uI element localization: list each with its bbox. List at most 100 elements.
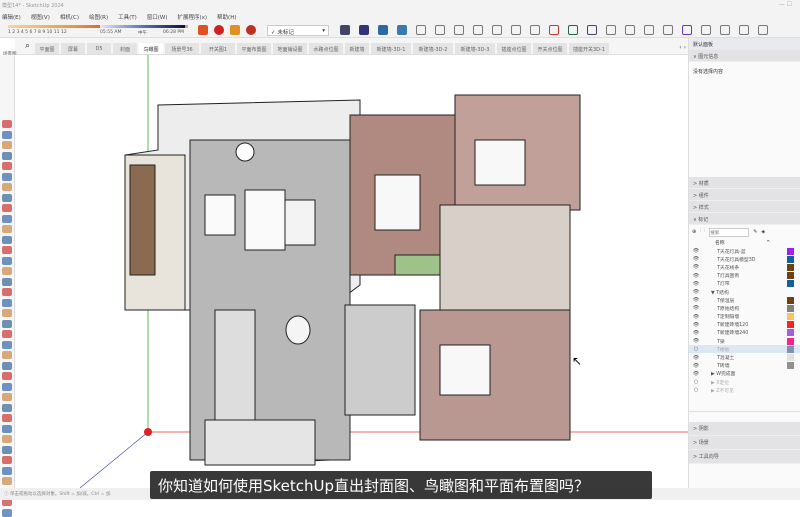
- scene-tab[interactable]: 平面布置图: [237, 43, 271, 54]
- tool-icon[interactable]: [2, 466, 12, 475]
- menu-item[interactable]: 编辑(E): [2, 13, 21, 22]
- tag-row[interactable]: 👁 T天花灯具模型3D: [689, 255, 800, 263]
- tag-row[interactable]: 👁 T砖墙: [689, 362, 800, 370]
- tool-icon[interactable]: [2, 267, 12, 275]
- scene-tab[interactable]: 新建墙-3D-1: [371, 43, 411, 54]
- tool-icon[interactable]: [2, 309, 12, 317]
- toolbar-icon[interactable]: [359, 25, 369, 35]
- tool-icon[interactable]: [2, 319, 12, 328]
- tag-color-swatch[interactable]: [787, 354, 794, 362]
- column-name-header[interactable]: 名称 ^: [689, 239, 800, 247]
- eye-icon[interactable]: 👁: [689, 371, 703, 377]
- tool-icon[interactable]: [2, 477, 12, 485]
- menu-item[interactable]: 窗口(W): [147, 13, 168, 22]
- scene-tab[interactable]: 插座点位图: [497, 43, 531, 54]
- tool-icon[interactable]: [2, 403, 12, 412]
- scene-tab[interactable]: 水路点位图: [309, 43, 343, 54]
- tool-icon[interactable]: [2, 256, 12, 265]
- tag-color-icon[interactable]: ◈: [761, 229, 765, 235]
- menu-item[interactable]: 相机(C): [60, 13, 79, 22]
- tool-icon[interactable]: [2, 361, 12, 370]
- eye-hidden-icon[interactable]: ○: [689, 346, 703, 352]
- eye-icon[interactable]: 👁: [689, 256, 703, 262]
- toolbar-icon[interactable]: [701, 25, 711, 35]
- scene-tab[interactable]: 屏幕: [61, 43, 85, 54]
- tool-icon[interactable]: [2, 225, 12, 233]
- toolbar-icon[interactable]: [435, 25, 445, 35]
- menu-item[interactable]: 帮助(H): [217, 13, 236, 22]
- menu-item[interactable]: 视图(V): [31, 13, 50, 22]
- tag-row[interactable]: 👁 T灯具图例: [689, 272, 800, 280]
- scene-tab[interactable]: 场景号36: [165, 43, 199, 54]
- time-slider[interactable]: [100, 25, 185, 28]
- tool-icon[interactable]: [2, 151, 12, 160]
- tool-icon[interactable]: [2, 288, 12, 296]
- tag-color-swatch[interactable]: [787, 255, 794, 263]
- toolbar-icon[interactable]: [511, 25, 521, 35]
- toolbar-icon[interactable]: [644, 25, 654, 35]
- search-icon[interactable]: ⌕: [25, 41, 30, 51]
- eye-icon[interactable]: 👁: [689, 281, 703, 287]
- scene-tab[interactable]: D5: [87, 43, 111, 54]
- toolbar-icon[interactable]: [416, 25, 426, 35]
- eye-icon[interactable]: 👁: [689, 330, 703, 336]
- tool-icon[interactable]: [2, 351, 12, 359]
- tag-row[interactable]: 👁 T天花灯具-蓝: [689, 247, 800, 255]
- toolbar-icon[interactable]: [473, 25, 483, 35]
- toolbar-icon[interactable]: [739, 25, 749, 35]
- eye-icon[interactable]: 👁: [689, 363, 703, 369]
- eye-icon[interactable]: 👁: [689, 355, 703, 361]
- tool-icon[interactable]: [2, 246, 12, 254]
- tool-icon[interactable]: [2, 382, 12, 391]
- toolbar-icon[interactable]: [530, 25, 540, 35]
- tool-icon[interactable]: [2, 435, 12, 443]
- tag-color-swatch[interactable]: [787, 263, 794, 271]
- toolbar-icon[interactable]: [587, 25, 597, 35]
- fog-icon[interactable]: [214, 25, 224, 35]
- tag-row[interactable]: 👁 T灯带: [689, 280, 800, 288]
- tray-section[interactable]: > 样式: [689, 201, 800, 213]
- tab-scroll-arrows[interactable]: ‹ ›: [679, 44, 686, 51]
- tag-row[interactable]: ○ ▶ X定位: [689, 378, 800, 386]
- tag-color-swatch[interactable]: [787, 280, 794, 288]
- tag-search-input[interactable]: [709, 227, 750, 237]
- tray-section[interactable]: > 阴影: [689, 422, 800, 437]
- tag-row[interactable]: 👁 T定制隔墙: [689, 313, 800, 321]
- house-icon[interactable]: [230, 25, 240, 35]
- eye-icon[interactable]: 👁: [689, 264, 703, 270]
- tag-row[interactable]: ○ T楼板: [689, 345, 800, 354]
- toolbar-icon[interactable]: [663, 25, 673, 35]
- tag-row[interactable]: 👁 ▼ T结构: [689, 288, 800, 296]
- window-controls[interactable]: — ☐: [779, 1, 792, 8]
- tag-color-swatch[interactable]: [787, 362, 794, 370]
- toolbar-icon[interactable]: [625, 25, 635, 35]
- scene-tab[interactable]: 新建墙-3D-2: [413, 43, 453, 54]
- eye-icon[interactable]: 👁: [689, 297, 703, 303]
- tag-dropdown[interactable]: ✓ 未标记 ▾: [267, 25, 329, 36]
- tool-icon[interactable]: [2, 162, 12, 170]
- scene-tab[interactable]: 插座开关3D-1: [569, 43, 609, 54]
- scene-tab[interactable]: 新建墙-3D-3: [455, 43, 495, 54]
- tool-icon[interactable]: [2, 393, 12, 401]
- tray-section[interactable]: ∨ 标记: [689, 213, 800, 225]
- tool-icon[interactable]: [2, 120, 12, 128]
- tag-color-swatch[interactable]: [787, 296, 794, 304]
- tool-icon[interactable]: [2, 172, 12, 181]
- eye-icon[interactable]: 👁: [689, 305, 703, 311]
- tray-section[interactable]: > 材质: [689, 177, 800, 189]
- tray-section[interactable]: > 场景: [689, 436, 800, 451]
- tag-color-swatch[interactable]: [787, 379, 794, 386]
- eye-icon[interactable]: 👁: [689, 248, 703, 254]
- tag-row[interactable]: 👁 T混凝土: [689, 353, 800, 362]
- tag-row[interactable]: 👁 T保温层: [689, 296, 800, 304]
- shadow-icon[interactable]: [198, 25, 208, 35]
- toolbar-icon[interactable]: [378, 25, 388, 35]
- tray-section[interactable]: > 组件: [689, 189, 800, 201]
- tool-icon[interactable]: [2, 214, 12, 223]
- tool-icon[interactable]: [2, 298, 12, 307]
- tag-row[interactable]: 👁 T新建砖墙240: [689, 329, 800, 337]
- tool-icon[interactable]: [2, 330, 12, 338]
- model-viewport[interactable]: ↖: [15, 55, 688, 488]
- tool-icon[interactable]: [2, 424, 12, 433]
- tool-icon[interactable]: [2, 414, 12, 422]
